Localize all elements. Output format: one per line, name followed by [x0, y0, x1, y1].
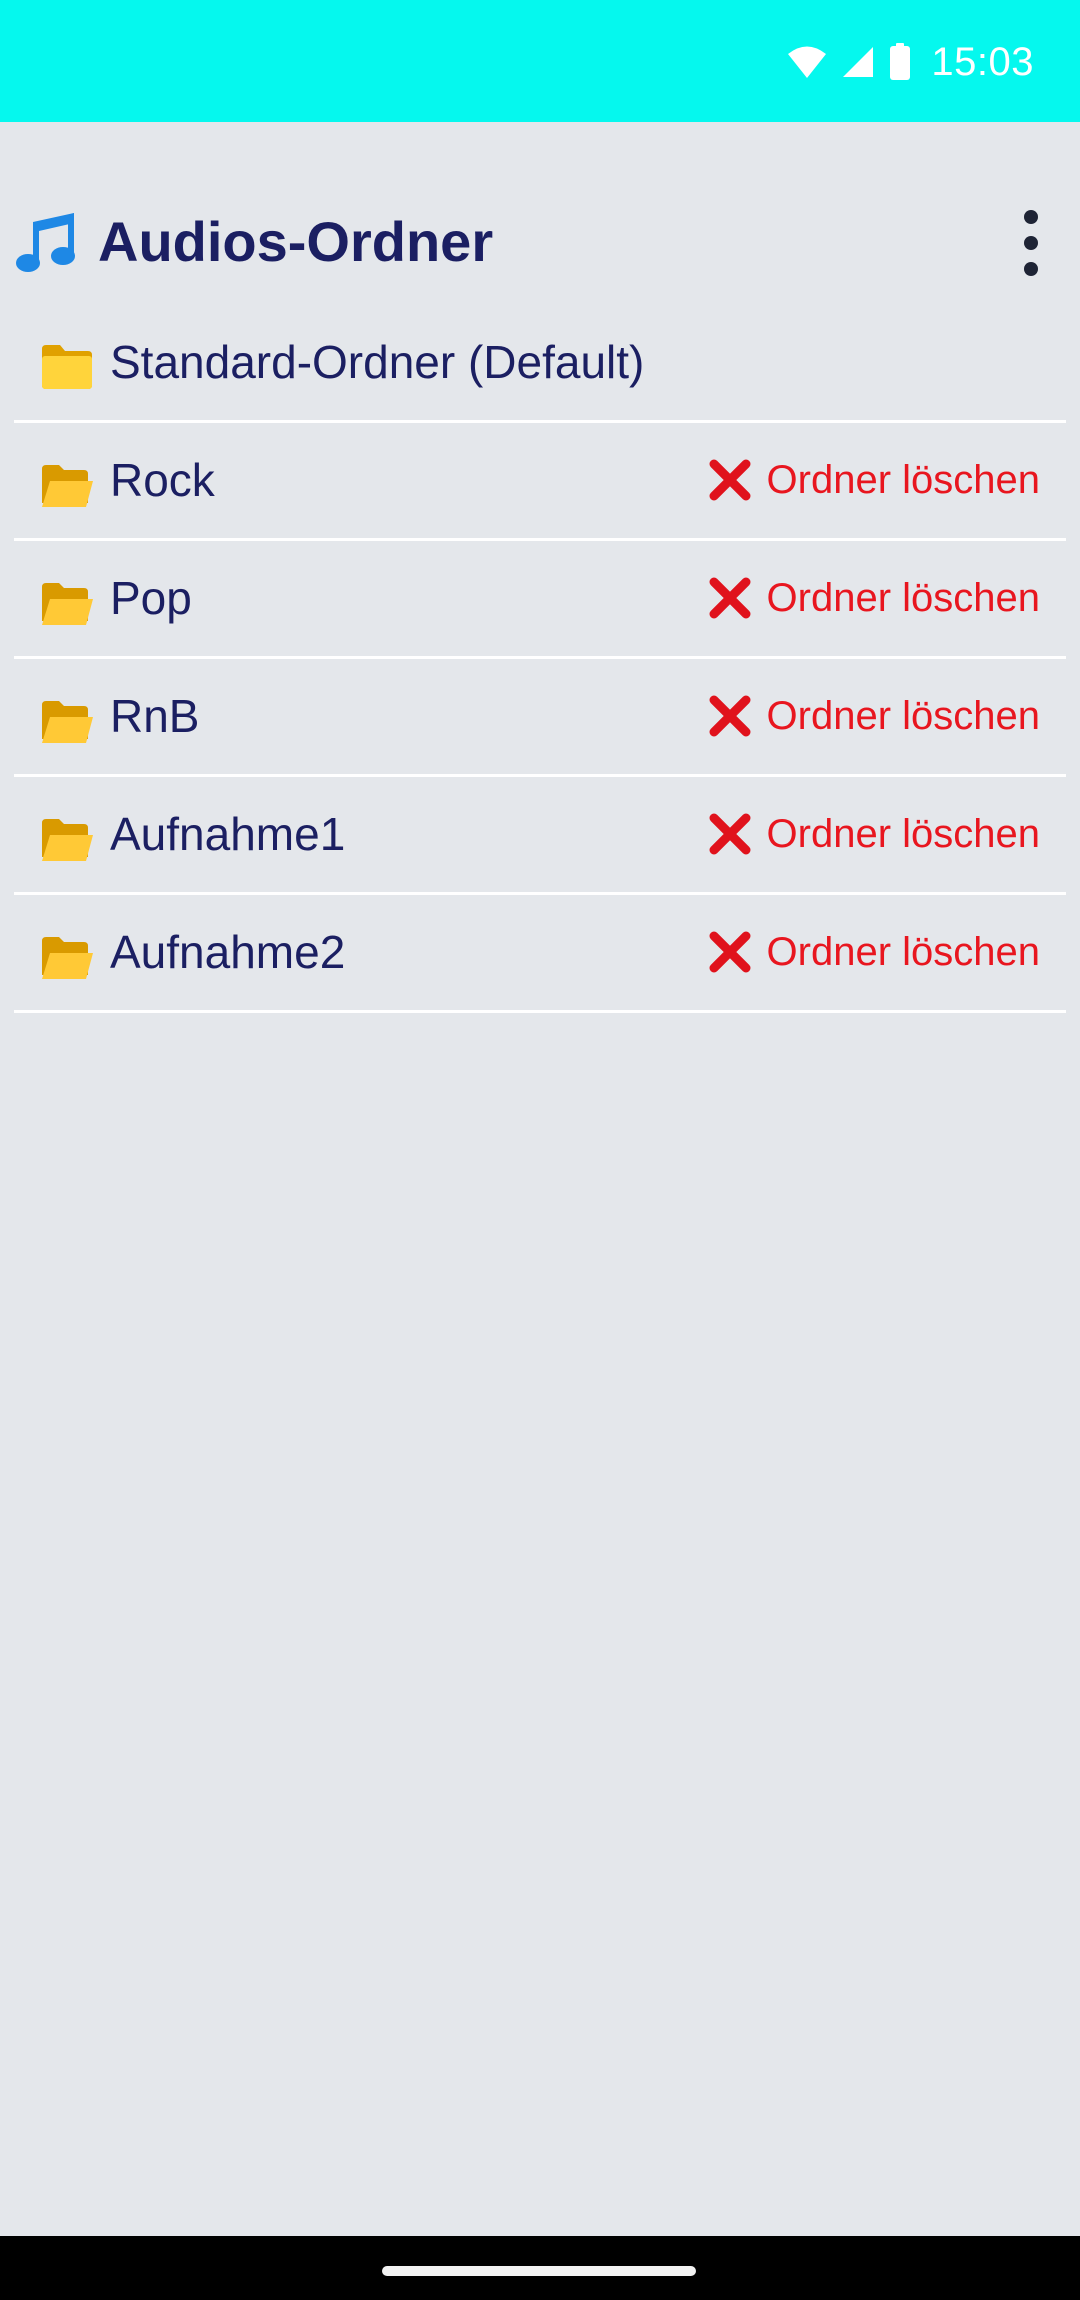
folder-item-default[interactable]: Standard-Ordner (Default) [14, 305, 1066, 423]
cell-signal-icon [843, 47, 874, 77]
folder-name: RnB [110, 690, 200, 742]
more-vert-icon-dot-2 [1024, 236, 1038, 250]
music-note-icon [16, 213, 75, 272]
folder-open-icon [42, 819, 93, 861]
folder-name: Rock [110, 454, 215, 506]
wifi-icon [788, 46, 827, 78]
folder-name: Aufnahme1 [110, 808, 346, 860]
folder-open-icon [42, 583, 93, 625]
folder-item-rnb[interactable]: RnB Ordner löschen [14, 659, 1066, 777]
delete-folder-label: Ordner löschen [766, 930, 1040, 974]
folder-open-icon [42, 465, 93, 507]
status-icons: 15:03 [787, 38, 1034, 86]
status-clock: 15:03 [931, 39, 1034, 84]
battery-icon [890, 43, 911, 80]
more-vert-icon-dot-3 [1024, 262, 1038, 276]
folder-item-aufnahme1[interactable]: Aufnahme1 Ordner löschen [14, 777, 1066, 895]
folder-list: Standard-Ordner (Default) Rock Ordner lö… [14, 305, 1066, 1013]
delete-folder-button[interactable]: Ordner löschen [705, 809, 1040, 859]
more-vert-icon [1024, 210, 1038, 224]
delete-folder-label: Ordner löschen [766, 694, 1040, 738]
delete-folder-label: Ordner löschen [766, 812, 1040, 856]
folder-item-rock[interactable]: Rock Ordner löschen [14, 423, 1066, 541]
folder-name: Standard-Ordner (Default) [110, 336, 645, 388]
folder-item-aufnahme2[interactable]: Aufnahme2 Ordner löschen [14, 895, 1066, 1013]
delete-folder-button[interactable]: Ordner löschen [705, 455, 1040, 505]
folder-closed-icon [42, 345, 92, 389]
folder-item-pop[interactable]: Pop Ordner löschen [14, 541, 1066, 659]
delete-folder-button[interactable]: Ordner löschen [705, 927, 1040, 977]
cross-mark-icon [709, 459, 751, 501]
folder-name: Aufnahme2 [110, 926, 346, 978]
page-title: Audios-Ordner [98, 210, 494, 273]
overflow-menu-button[interactable] [1008, 206, 1054, 280]
folder-open-icon [42, 701, 93, 743]
cross-mark-icon [709, 577, 751, 619]
home-gesture-handle[interactable] [382, 2266, 696, 2276]
navigation-bar [0, 2236, 1080, 2300]
delete-folder-button[interactable]: Ordner löschen [705, 691, 1040, 741]
app-header: Audios-Ordner [0, 190, 1080, 290]
status-bar: 15:03 [0, 0, 1080, 122]
delete-folder-button[interactable]: Ordner löschen [705, 573, 1040, 623]
delete-folder-label: Ordner löschen [766, 576, 1040, 620]
folder-name: Pop [110, 572, 192, 624]
cross-mark-icon [709, 695, 751, 737]
folder-open-icon [42, 937, 93, 979]
delete-folder-label: Ordner löschen [766, 458, 1040, 502]
cross-mark-icon [709, 813, 751, 855]
cross-mark-icon [709, 931, 751, 973]
